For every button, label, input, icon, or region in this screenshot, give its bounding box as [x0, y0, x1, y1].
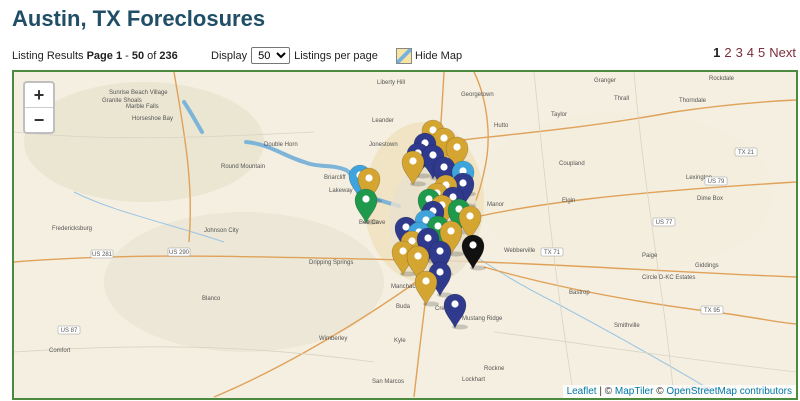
map-place-label: Rockdale — [709, 76, 735, 82]
page-link-5[interactable]: 5 — [758, 45, 765, 60]
hide-map-button[interactable]: Hide Map — [396, 48, 462, 64]
map-place-label: Granger — [594, 78, 616, 84]
hide-map-label: Hide Map — [415, 50, 463, 62]
map-place-label: Liberty Hill — [377, 80, 405, 86]
map-place-label: Taylor — [551, 112, 567, 118]
map-place-label: Thorndale — [679, 98, 707, 104]
listing-results-range-end: 50 — [131, 50, 145, 62]
map-place-label: Circle D-KC Estates — [642, 275, 695, 281]
listing-results-of: of — [144, 50, 160, 62]
page-title: Austin, TX Foreclosures — [12, 6, 266, 31]
svg-text:US 290: US 290 — [169, 250, 190, 256]
listing-results-prefix: Listing Results — [12, 50, 87, 62]
svg-text:TX 95: TX 95 — [704, 308, 721, 314]
listing-results-page: Page 1 — [86, 50, 123, 62]
map-place-label: Johnson City — [204, 228, 239, 234]
results-toolbar: Listing Results Page 1 - 50 of 236 Displ… — [12, 45, 796, 65]
highway-shield: US 77 — [652, 217, 676, 227]
map-place-label: Blanco — [202, 296, 221, 302]
map-place-label: Lockhart — [462, 377, 485, 383]
maptiler-link[interactable]: MapTiler — [615, 386, 654, 397]
highway-shield: US 79 — [704, 176, 728, 186]
map-place-label: Double Horn — [264, 142, 298, 148]
display-control: Display 50 Listings per page — [211, 47, 378, 64]
map-canvas[interactable]: Sunrise Beach VillageGranite ShoalsMarbl… — [14, 72, 796, 398]
zoom-in-button[interactable]: + — [25, 83, 53, 107]
map-place-label: Dime Box — [697, 196, 723, 202]
leaflet-link[interactable]: Leaflet — [567, 386, 597, 397]
pagination: 1 2 3 4 5 Next — [713, 45, 796, 60]
attribution-sep-1: | © — [596, 386, 615, 397]
attribution-sep-2: © — [653, 386, 667, 397]
display-label: Display — [211, 49, 248, 62]
map-place-label: Kyle — [394, 338, 406, 344]
map-place-label: Jonestown — [369, 142, 398, 148]
listings-map[interactable]: Sunrise Beach Village Granite Shoals Marbl… — [12, 70, 798, 400]
listing-results: Listing Results Page 1 - 50 of 236 — [12, 50, 178, 62]
map-attribution: Leaflet | © MapTiler © OpenStreetMap con… — [562, 385, 796, 398]
highway-shield: US 290 — [167, 247, 191, 257]
listing-results-range-sep: - — [122, 50, 132, 62]
map-place-label: Briarcliff — [324, 175, 346, 181]
page-link-4[interactable]: 4 — [747, 45, 754, 60]
highway-shield: US 87 — [57, 325, 81, 335]
zoom-out-button[interactable]: − — [25, 107, 53, 132]
map-icon — [396, 48, 412, 64]
svg-text:US 281: US 281 — [92, 252, 113, 258]
highway-shield: TX 21 — [734, 147, 758, 157]
map-place-label: Mustang Ridge — [462, 316, 503, 322]
map-place-label: Round Mountain — [221, 164, 265, 170]
map-place-label: Wimberley — [319, 336, 347, 342]
map-place-label: Dripping Springs — [309, 260, 353, 266]
map-place-label: Manor — [487, 202, 504, 208]
next-page-link[interactable]: Next — [769, 45, 796, 60]
highway-shield: TX 95 — [700, 305, 724, 315]
map-place-label: Elgin — [562, 198, 575, 204]
map-place-label: Georgetown — [461, 92, 494, 98]
map-place-label: Marble Falls — [126, 104, 159, 110]
map-place-label: Lakeway — [329, 188, 353, 194]
map-place-label: Paige — [642, 253, 658, 259]
map-place-label: Buda — [396, 304, 411, 310]
page-current: 1 — [713, 45, 721, 60]
listing-results-total: 236 — [159, 50, 178, 62]
map-place-label: Webberville — [504, 248, 536, 254]
listings-per-page-select[interactable]: 50 — [251, 47, 291, 64]
map-place-label: Horseshoe Bay — [132, 116, 173, 122]
map-place-label: San Marcos — [372, 379, 404, 385]
highway-shield: US 281 — [90, 249, 114, 259]
map-place-label: Hutto — [494, 123, 509, 129]
display-suffix: Listings per page — [294, 49, 378, 62]
map-place-label: Giddings — [695, 263, 719, 269]
highway-shield: TX 71 — [540, 247, 564, 257]
svg-text:US 87: US 87 — [61, 328, 78, 334]
map-place-label: Smithville — [614, 323, 640, 329]
map-place-label: Leander — [372, 118, 394, 124]
map-place-label: Sunrise Beach Village — [109, 90, 168, 96]
svg-text:US 79: US 79 — [708, 179, 725, 185]
svg-text:TX 71: TX 71 — [544, 250, 561, 256]
map-place-label: Comfort — [49, 348, 71, 354]
svg-text:US 77: US 77 — [656, 220, 673, 226]
zoom-control: + − — [23, 81, 55, 134]
map-place-label: Rockne — [484, 366, 505, 372]
svg-text:TX 21: TX 21 — [738, 150, 755, 156]
openstreetmap-link[interactable]: OpenStreetMap contributors — [666, 386, 792, 397]
page-link-3[interactable]: 3 — [736, 45, 743, 60]
map-place-label: Thrall — [614, 96, 629, 102]
map-place-label: Coupland — [559, 161, 585, 167]
map-place-label: Bastrop — [569, 290, 590, 296]
page-link-2[interactable]: 2 — [724, 45, 731, 60]
map-place-label: Fredericksburg — [52, 226, 92, 232]
